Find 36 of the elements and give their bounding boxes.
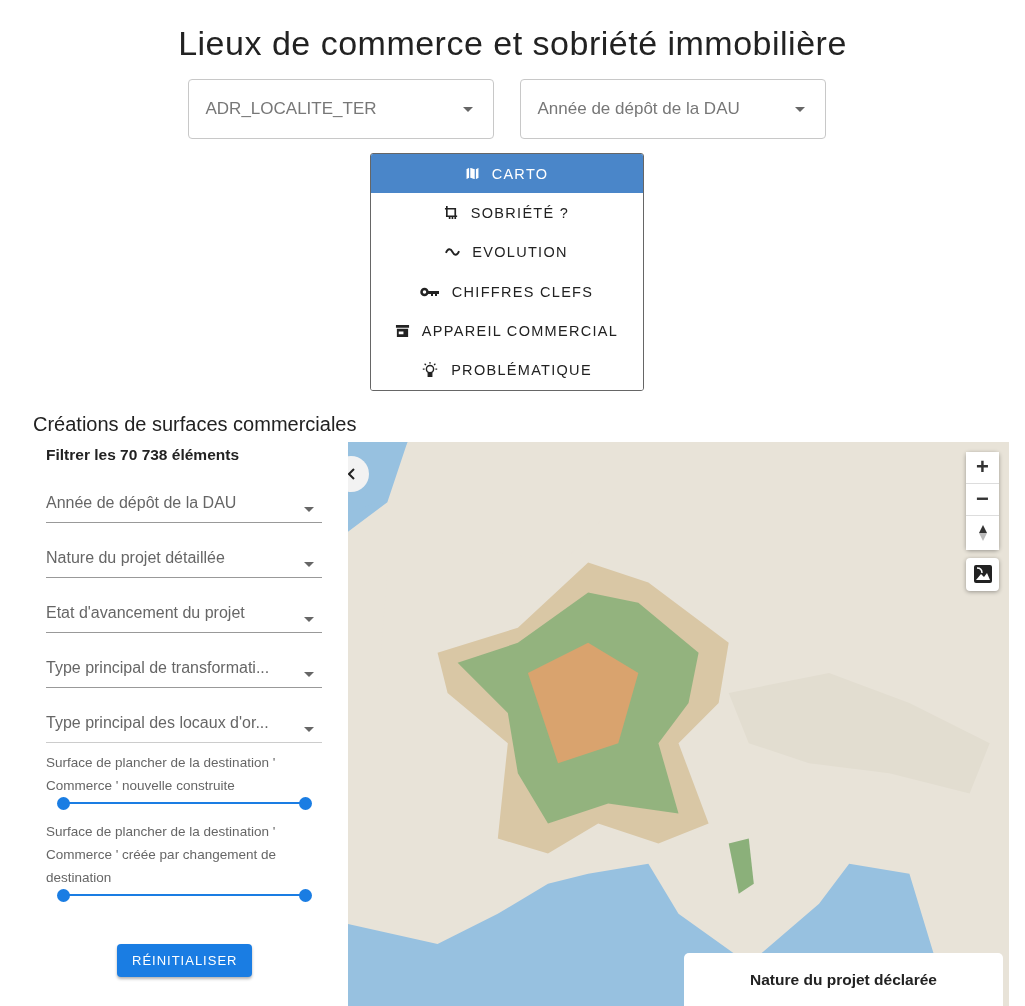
dropdown-caret-icon [794,106,805,112]
select-field[interactable]: Type principal de transformati... [46,636,322,688]
store-icon [394,323,410,339]
lightbulb-icon [421,361,440,380]
nav-menu-item[interactable]: CARTO [370,154,643,194]
image-button[interactable] [966,557,999,591]
wave-icon [445,247,461,258]
zoom-in-button[interactable]: + [966,451,999,484]
dropdown-caret-icon [304,671,314,677]
filter-heading: Filtrer les 70 738 éléments [46,445,240,464]
select-field[interactable]: Année de dépôt de la DAU [46,471,322,523]
reset-button[interactable]: RÉINITIALISER [117,943,253,977]
slider-label: Surface de plancher de la destination ' Commerce ' nouvelle construite [46,753,277,795]
select-field[interactable]: ADR_LOCALITE_TER [187,79,494,139]
range-slider[interactable] [57,796,312,810]
dropdown-caret-icon [304,726,314,732]
legend-title: Nature du projet déclarée [750,971,937,989]
slider-label: Surface de plancher de la destination ' Commerce ' créée par changement de destination [46,822,277,887]
dropdown-caret-icon [304,561,314,567]
select-field[interactable]: Type principal des locaux d'or... [46,691,322,743]
map-icon [464,166,480,182]
section-title: Créations de surfaces commerciales [33,412,358,436]
compass-button[interactable] [966,515,999,550]
image-icon [973,565,992,584]
dropdown-caret-icon [304,616,314,622]
select-field[interactable]: Année de dépôt de la DAU [519,79,826,139]
chevron-left-icon [348,467,355,480]
dropdown-caret-icon [304,506,314,512]
dropdown-caret-icon [462,106,473,112]
key-icon [419,286,440,297]
select-field[interactable]: Etat d'avancement du projet [46,581,322,633]
select-field[interactable]: Nature du projet détaillée [46,526,322,578]
zoom-out-button[interactable]: − [966,483,999,516]
range-slider[interactable] [57,888,312,902]
page-title: Lieux de commerce et sobriété immobilière [177,24,848,63]
crop-icon [443,205,459,221]
